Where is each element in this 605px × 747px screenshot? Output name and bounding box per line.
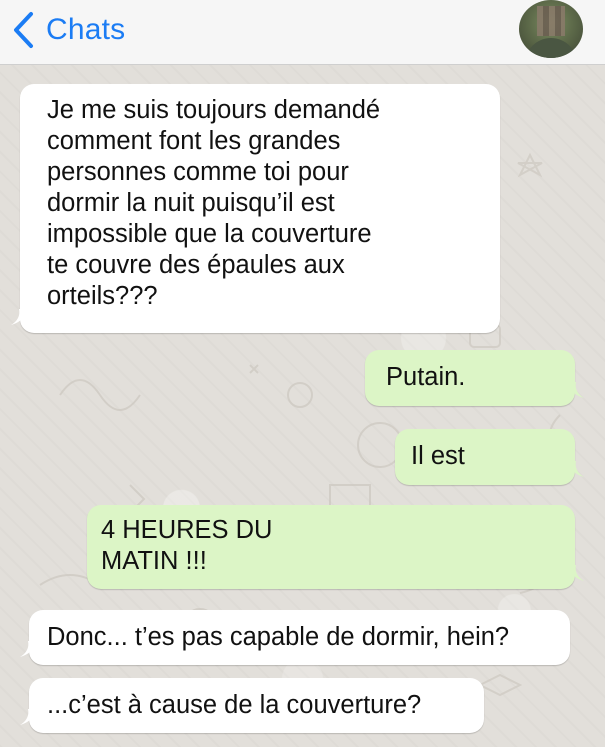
incoming-message-bubble[interactable]: ...c’est à cause de la couverture? xyxy=(20,678,484,733)
contact-avatar[interactable] xyxy=(519,0,583,58)
incoming-message-bubble[interactable]: Je me suis toujours demandé comment font… xyxy=(11,84,500,333)
outgoing-message-bubble[interactable]: 4 HEURES DU MATIN !!! xyxy=(87,505,584,589)
incoming-message-bubble[interactable]: Donc... t’es pas capable de dormir, hein… xyxy=(20,610,570,665)
outgoing-message-bubble[interactable]: Il est xyxy=(395,429,584,485)
bubble-tail xyxy=(11,309,27,325)
avatar-blurred-face xyxy=(537,6,565,36)
navigation-bar: Chats xyxy=(0,0,605,65)
avatar-silhouette xyxy=(525,38,577,58)
chevron-left-icon[interactable] xyxy=(12,10,40,50)
outgoing-message-bubble[interactable]: Putain. xyxy=(365,350,584,406)
message-text: 4 HEURES DU MATIN !!! xyxy=(101,516,273,575)
bubble-tail xyxy=(568,565,584,581)
message-text: Donc... t’es pas capable de dormir, hein… xyxy=(47,623,510,651)
back-button[interactable]: Chats xyxy=(12,8,125,52)
back-label[interactable]: Chats xyxy=(46,13,125,47)
message-text: Il est xyxy=(411,442,465,470)
chat-area[interactable]: Je me suis toujours demandé comment font… xyxy=(0,65,605,747)
message-text: Je me suis toujours demandé comment font… xyxy=(47,96,381,310)
message-text: Putain. xyxy=(386,363,466,391)
bubble-tail xyxy=(568,461,584,477)
bubble-tail xyxy=(20,641,36,657)
bubble-tail xyxy=(568,382,584,398)
message-text: ...c’est à cause de la couverture? xyxy=(47,691,422,719)
bubble-tail xyxy=(20,709,36,725)
